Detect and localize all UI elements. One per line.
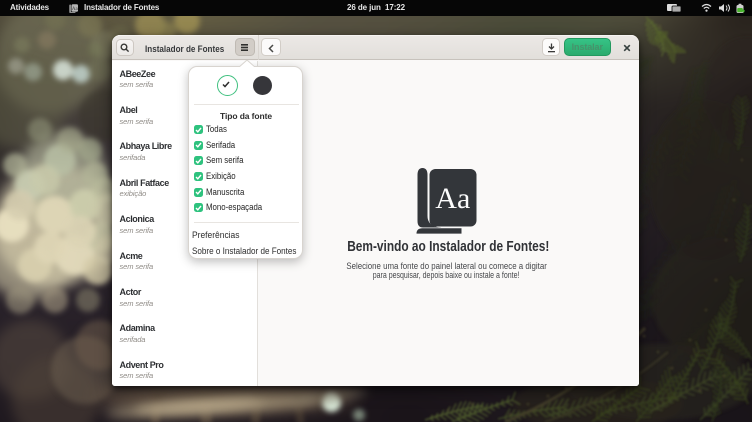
svg-text:Aa: Aa (72, 7, 78, 12)
svg-text:Aa: Aa (435, 182, 470, 215)
